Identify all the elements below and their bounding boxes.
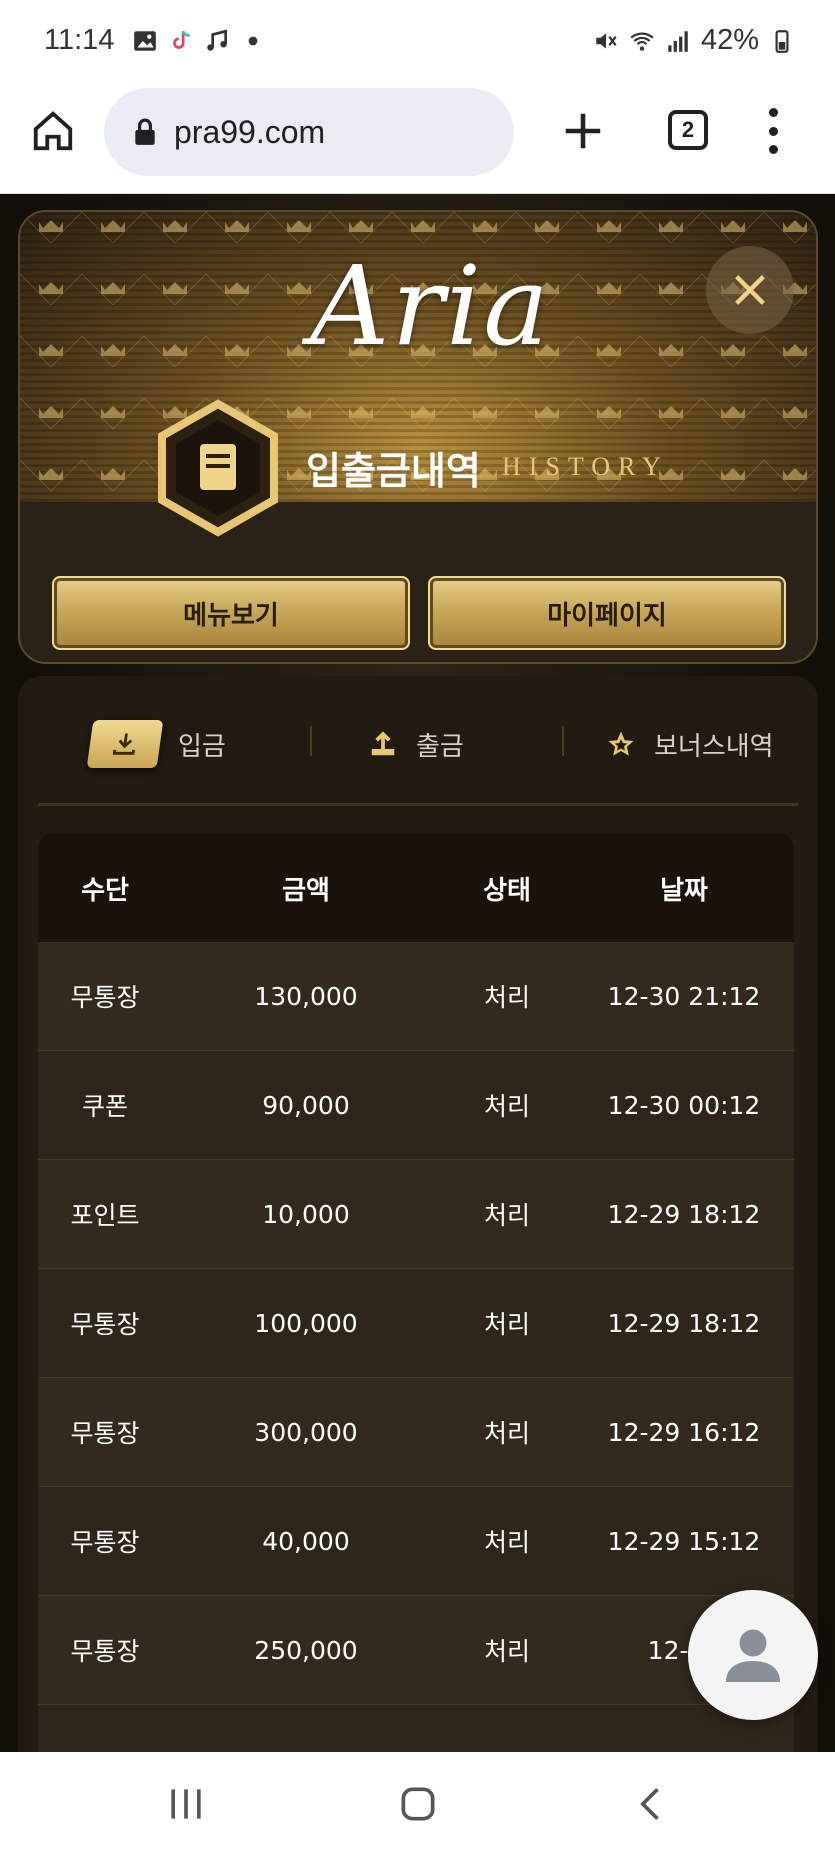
cell-status: 처리 bbox=[483, 1092, 530, 1121]
tab-deposit[interactable]: 입금 bbox=[86, 716, 226, 772]
download-icon bbox=[86, 720, 164, 768]
cell-status: 처리 bbox=[483, 1201, 530, 1230]
cell-date: 12-29 18:12 bbox=[607, 1199, 761, 1229]
cell-method: 무통장 bbox=[70, 1419, 140, 1448]
table-row: 무통장 130,000 처리 12-30 21:12 bbox=[38, 942, 794, 1051]
cell-status: 처리 bbox=[483, 983, 530, 1012]
tab-bonus[interactable]: 보너스내역 bbox=[606, 716, 774, 772]
status-bar: 11:14 42% bbox=[0, 0, 835, 84]
cell-method: 무통장 bbox=[70, 1310, 140, 1339]
cell-status: 처리 bbox=[483, 1637, 530, 1666]
cell-date: 12-29 16:12 bbox=[607, 1417, 761, 1447]
back-icon[interactable] bbox=[630, 1782, 674, 1826]
system-status: 42% bbox=[593, 24, 795, 57]
tab-deposit-label: 입금 bbox=[178, 731, 226, 762]
cell-method: 무통장 bbox=[70, 983, 140, 1012]
plus-icon[interactable] bbox=[560, 108, 606, 154]
tab-withdraw-label: 출금 bbox=[416, 731, 464, 762]
cell-amount: 10,000 bbox=[262, 1199, 350, 1229]
cell-date: 12-30 21:12 bbox=[607, 981, 761, 1011]
kebab-icon[interactable] bbox=[760, 108, 786, 154]
cell-status: 처리 bbox=[483, 1528, 530, 1557]
column-header-date: 날짜 bbox=[660, 875, 708, 906]
tab-bonus-label: 보너스내역 bbox=[654, 731, 774, 762]
close-icon bbox=[735, 275, 765, 305]
mute-icon bbox=[596, 32, 617, 49]
aria-logo: Aria bbox=[310, 242, 551, 370]
signal-icon bbox=[668, 30, 688, 52]
star-icon bbox=[608, 731, 634, 756]
menu-button[interactable]: 메뉴보기 bbox=[52, 576, 410, 650]
upload-icon bbox=[371, 731, 395, 756]
cell-amount: 90,000 bbox=[262, 1090, 350, 1120]
page-content: Aria 입출금내역 HISTORY 메뉴보기 마이페이지 입금 출금 보너스내… bbox=[0, 194, 835, 1752]
page-title: 입출금내역 bbox=[306, 449, 481, 493]
lock-icon bbox=[135, 118, 155, 145]
cell-method: 포인트 bbox=[70, 1201, 140, 1230]
wifi-icon bbox=[630, 32, 654, 51]
notification-icons bbox=[132, 28, 266, 54]
table-row: 무통장 300,000 처리 12-29 16:12 bbox=[38, 1378, 794, 1487]
tab-divider bbox=[562, 726, 564, 756]
table-row: 무통장 100,000 처리 12-29 18:12 bbox=[38, 1269, 794, 1378]
cell-amount: 100,000 bbox=[254, 1308, 358, 1338]
cell-method: 무통장 bbox=[70, 1528, 140, 1557]
cell-date: 12-29 15:12 bbox=[607, 1526, 761, 1556]
history-card: 입금 출금 보너스내역 수단 금액 상태 날짜 무통장 130,000 처리 1… bbox=[18, 676, 818, 1752]
battery-icon bbox=[775, 29, 789, 53]
cell-date: 12-30 00:12 bbox=[607, 1090, 761, 1120]
browser-toolbar: pra99.com 2 bbox=[0, 84, 835, 194]
url-text: pra99.com bbox=[174, 113, 326, 150]
music-icon bbox=[207, 29, 228, 51]
dot-icon bbox=[248, 36, 258, 46]
person-icon bbox=[726, 1629, 780, 1682]
book-icon bbox=[158, 399, 278, 537]
chat-button[interactable] bbox=[688, 1590, 818, 1720]
home-icon[interactable] bbox=[30, 108, 76, 154]
cell-date: 12-29 18:12 bbox=[607, 1308, 761, 1338]
cell-status: 처리 bbox=[483, 1419, 530, 1448]
status-time: 11:14 bbox=[44, 24, 115, 56]
table-row: 무통장 250,000 처리 12-29 bbox=[38, 1596, 794, 1705]
recent-apps-icon[interactable] bbox=[164, 1782, 208, 1826]
history-table: 수단 금액 상태 날짜 무통장 130,000 처리 12-30 21:12 쿠… bbox=[38, 834, 794, 1752]
cell-amount: 40,000 bbox=[262, 1526, 350, 1556]
system-nav-bar bbox=[0, 1752, 835, 1856]
cell-amount: 300,000 bbox=[254, 1417, 358, 1447]
column-header-status: 상태 bbox=[483, 875, 531, 906]
mypage-button[interactable]: 마이페이지 bbox=[428, 576, 786, 650]
cell-method: 쿠폰 bbox=[81, 1092, 128, 1121]
cell-method: 무통장 bbox=[70, 1637, 140, 1666]
column-header-amount: 금액 bbox=[282, 875, 330, 906]
table-row: 포인트 10,000 처리 12-29 18:12 bbox=[38, 1160, 794, 1269]
table-body: 무통장 130,000 처리 12-30 21:12 쿠폰 90,000 처리 … bbox=[38, 942, 794, 1752]
close-button[interactable] bbox=[706, 246, 794, 334]
table-header: 수단 금액 상태 날짜 bbox=[38, 834, 794, 942]
column-header-method: 수단 bbox=[81, 875, 129, 906]
table-row-partial bbox=[38, 1705, 794, 1752]
history-tabs: 입금 출금 보너스내역 bbox=[38, 676, 798, 806]
cell-amount: 130,000 bbox=[254, 981, 358, 1011]
cell-amount: 250,000 bbox=[254, 1635, 358, 1665]
home-nav-icon[interactable] bbox=[396, 1782, 440, 1826]
tab-withdraw[interactable]: 출금 bbox=[368, 716, 464, 772]
tab-switcher-button[interactable]: 2 bbox=[668, 110, 708, 150]
header-card: Aria 입출금내역 HISTORY 메뉴보기 마이페이지 bbox=[18, 210, 818, 664]
page-subtitle: HISTORY bbox=[502, 452, 669, 481]
cell-status: 처리 bbox=[483, 1310, 530, 1339]
table-row: 쿠폰 90,000 처리 12-30 00:12 bbox=[38, 1051, 794, 1160]
gallery-icon bbox=[134, 31, 156, 51]
address-bar[interactable]: pra99.com bbox=[104, 88, 514, 176]
tiktok-icon bbox=[173, 30, 190, 49]
battery-percent: 42% bbox=[700, 24, 759, 56]
table-row: 무통장 40,000 처리 12-29 15:12 bbox=[38, 1487, 794, 1596]
tab-divider bbox=[310, 726, 312, 756]
